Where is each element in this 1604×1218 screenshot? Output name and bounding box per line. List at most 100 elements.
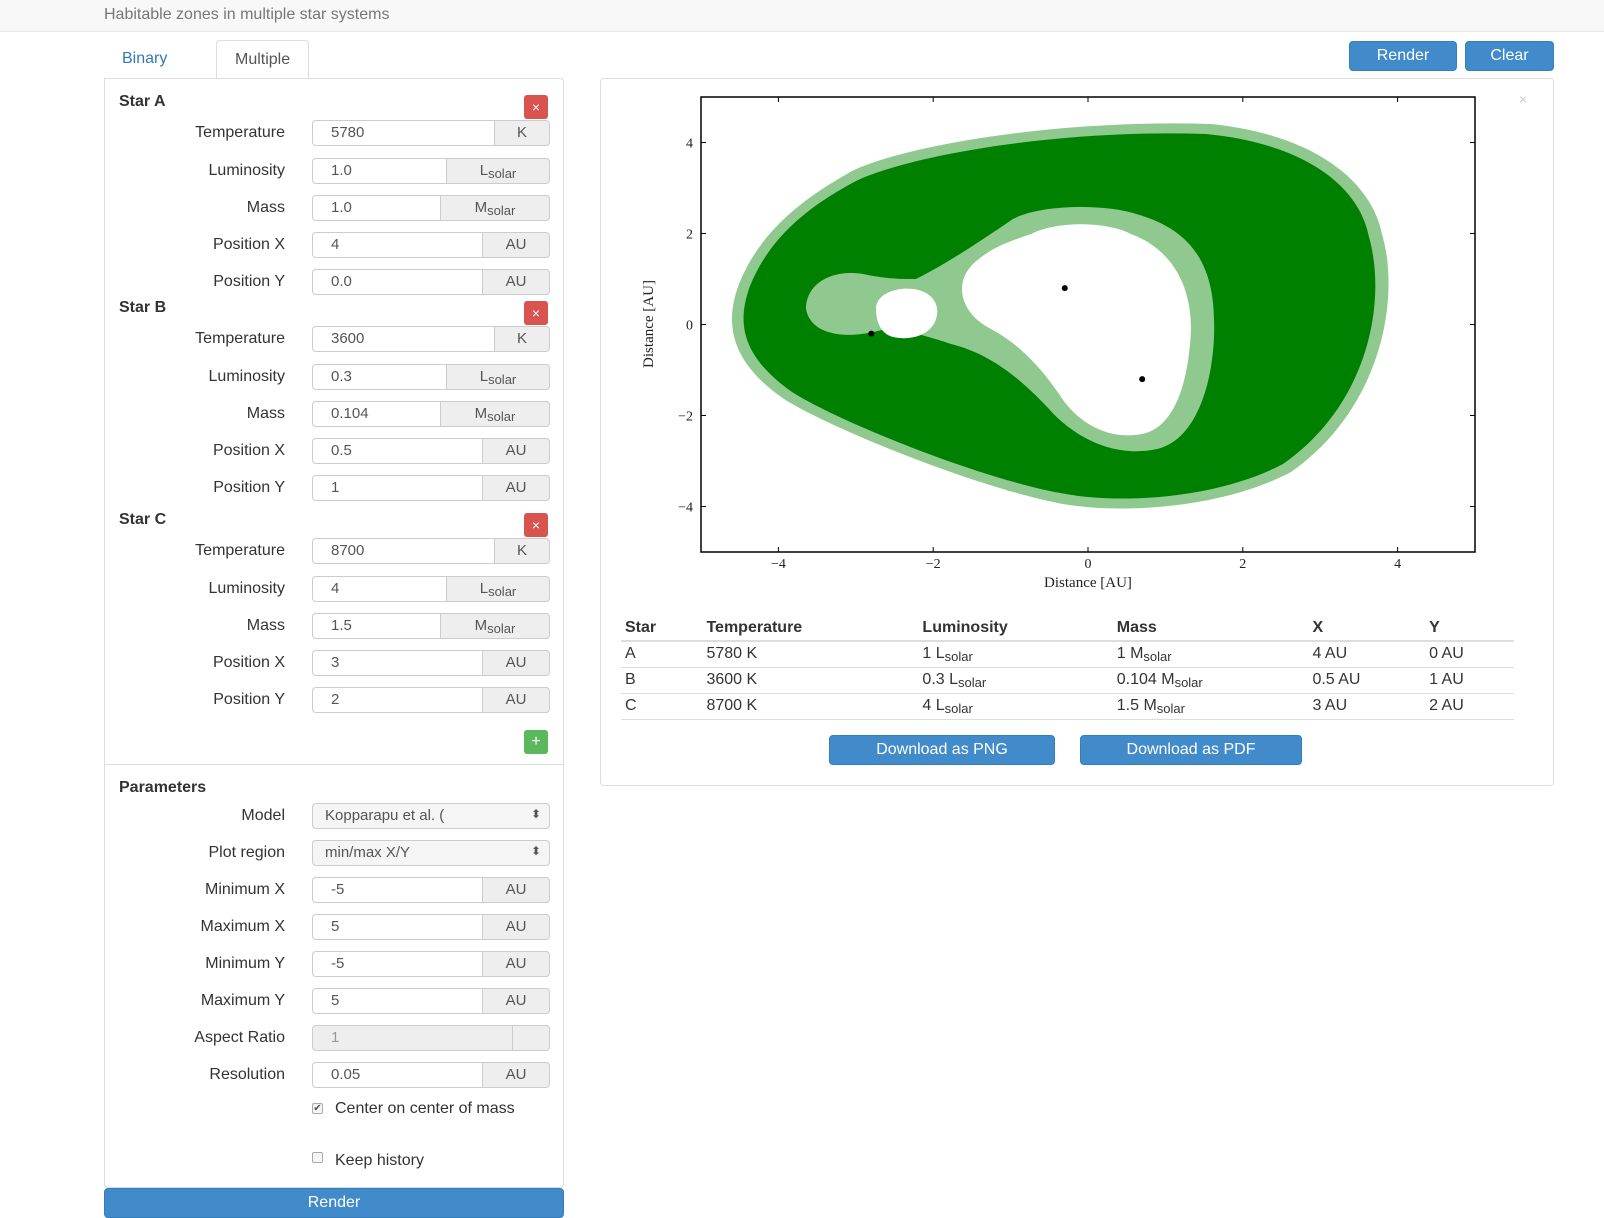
star-b-position-y-input[interactable]: 1 [312,475,482,501]
star-c-temperature-input[interactable]: 8700 [312,538,494,564]
center-checkbox[interactable]: ✔ [312,1103,323,1114]
cell-mass: 0.104 Msolar [1112,667,1309,694]
resolution-input[interactable]: 0.05 [312,1062,482,1088]
star-marker [1061,285,1068,292]
max-y-input[interactable]: 5 [312,988,482,1014]
cell-luminosity: 0.3 Lsolar [918,667,1113,694]
cell-mass: 1 Msolar [1112,641,1309,668]
tab-multiple[interactable]: Multiple [216,40,310,79]
header-temperature: Temperature [702,615,919,642]
cell-mass: 1.5 Msolar [1112,693,1309,720]
star-b-temperature-row: Temperature 3600 K [105,326,565,352]
render-button-bottom[interactable]: Render [104,1188,564,1218]
msolar-addon: Msolar [440,195,550,221]
history-label: Keep history [335,1152,424,1169]
star-a-position-x-input[interactable]: 4 [312,232,482,258]
au-addon: AU [482,914,550,940]
position-x-label: Position X [212,442,285,459]
au-addon: AU [482,232,550,258]
msolar-addon: Msolar [440,613,550,639]
mode-tabs: Binary Multiple [104,40,564,79]
model-select[interactable]: Kopparapu et al. ( ⬍ [312,803,550,829]
table-row: A 5780 K 1 Lsolar 1 Msolar 4 AU 0 AU [621,641,1514,668]
parameters-title: Parameters [119,779,207,796]
star-c-position-y-input[interactable]: 2 [312,687,482,713]
au-addon: AU [482,650,550,676]
min-x-row: Minimum X -5 AU [105,877,565,903]
star-c-mass-input[interactable]: 1.5 [312,613,440,639]
history-checkbox[interactable] [312,1152,323,1163]
cell-x: 4 AU [1308,641,1426,668]
model-label: Model [241,807,285,824]
star-c-position-y-row: Position Y 2 AU [105,687,565,713]
header-star: Star [621,615,703,642]
x-axis-label: Distance [AU] [1044,575,1132,591]
resolution-label: Resolution [209,1066,285,1083]
star-a-title: Star A [119,93,166,110]
au-addon: AU [482,687,550,713]
min-y-row: Minimum Y -5 AU [105,951,565,977]
header-x: X [1308,615,1426,642]
keep-history-checkbox-row[interactable]: Keep history [312,1152,424,1170]
star-a-temperature-input[interactable]: 5780 [312,120,494,146]
kelvin-addon: K [494,120,550,146]
mass-label: Mass [246,199,285,216]
star-b-luminosity-input[interactable]: 0.3 [312,364,446,390]
header-y: Y [1425,615,1514,642]
star-c-position-x-row: Position X 3 AU [105,650,565,676]
position-y-label: Position Y [213,479,285,496]
mass-label: Mass [246,617,285,634]
mass-label: Mass [246,405,285,422]
cell-luminosity: 4 Lsolar [918,693,1113,720]
au-addon: AU [482,1062,550,1088]
select-arrows-icon: ⬍ [530,807,541,821]
star-b-temperature-input[interactable]: 3600 [312,326,494,352]
plot-region-select[interactable]: min/max X/Y ⬍ [312,840,550,866]
max-x-input[interactable]: 5 [312,914,482,940]
star-b-position-x-row: Position X 0.5 AU [105,438,565,464]
position-x-label: Position X [212,654,285,671]
remove-star-b-button[interactable]: × [524,301,548,325]
tab-binary[interactable]: Binary [104,40,185,79]
x-tick-label: 4 [1394,557,1401,572]
clear-button[interactable]: Clear [1465,41,1554,71]
x-tick-label: −2 [926,557,941,572]
lsolar-addon: Lsolar [446,364,550,390]
star-a-mass-input[interactable]: 1.0 [312,195,440,221]
aspect-ratio-input: 1 [312,1025,512,1051]
min-x-input[interactable]: -5 [312,877,482,903]
min-y-input[interactable]: -5 [312,951,482,977]
star-c-luminosity-row: Luminosity 4 Lsolar [105,576,565,602]
star-b-title: Star B [119,299,167,316]
plot-panel: × −4 −2 0 2 4 4 2 0 −2 −4 Distance [AU] Distance… [600,78,1554,786]
kelvin-addon: K [494,538,550,564]
star-a-luminosity-input[interactable]: 1.0 [312,158,446,184]
download-png-button[interactable]: Download as PNG [829,735,1055,765]
add-star-button[interactable]: + [524,730,548,754]
star-a-position-x-row: Position X 4 AU [105,232,565,258]
min-x-label: Minimum X [204,881,285,898]
cell-y: 0 AU [1425,641,1514,668]
kelvin-addon: K [494,326,550,352]
temperature-label: Temperature [195,124,285,141]
luminosity-label: Luminosity [208,580,285,597]
cell-star: C [621,693,703,720]
habitable-zone-chart: −4 −2 0 2 4 4 2 0 −2 −4 Distance [AU] Distance [… [641,96,1476,591]
star-b-position-x-input[interactable]: 0.5 [312,438,482,464]
aspect-ratio-label: Aspect Ratio [194,1029,285,1046]
resolution-row: Resolution 0.05 AU [105,1062,565,1088]
remove-star-a-button[interactable]: × [524,95,548,119]
download-pdf-button[interactable]: Download as PDF [1080,735,1302,765]
center-on-mass-checkbox-row[interactable]: ✔ Center on center of mass [312,1099,552,1118]
star-c-luminosity-input[interactable]: 4 [312,576,446,602]
star-b-mass-input[interactable]: 0.104 [312,401,440,427]
star-a-position-y-input[interactable]: 0.0 [312,269,482,295]
table-row: C 8700 K 4 Lsolar 1.5 Msolar 3 AU 2 AU [621,693,1514,720]
plot-region-row: Plot region min/max X/Y ⬍ [105,840,565,866]
star-c-position-x-input[interactable]: 3 [312,650,482,676]
au-addon: AU [482,988,550,1014]
render-button-top[interactable]: Render [1349,41,1457,71]
table-row: B 3600 K 0.3 Lsolar 0.104 Msolar 0.5 AU … [621,667,1514,694]
remove-star-c-button[interactable]: × [524,513,548,537]
star-c-mass-row: Mass 1.5 Msolar [105,613,565,639]
